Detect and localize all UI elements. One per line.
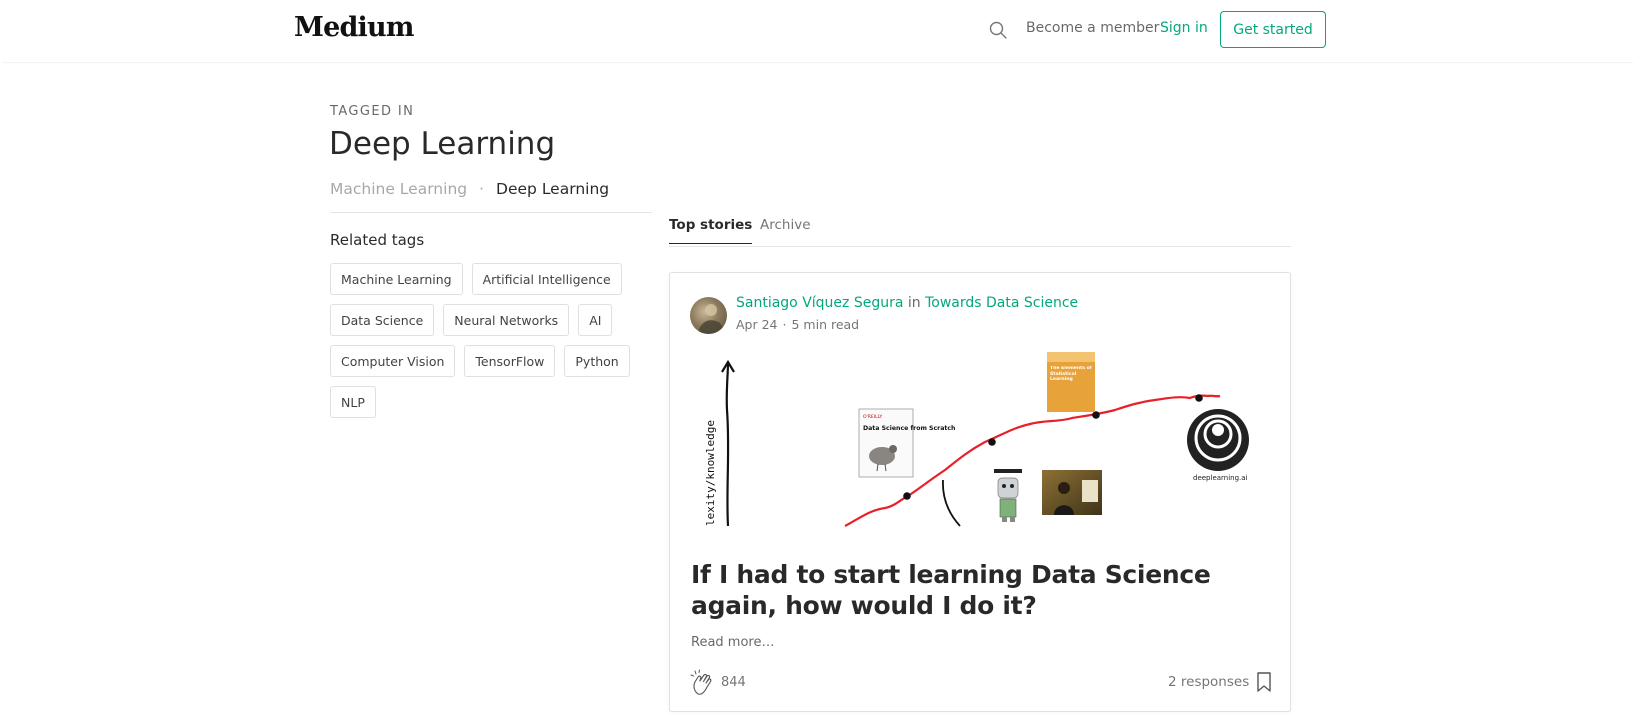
tag-chip-tensorflow[interactable]: TensorFlow	[464, 345, 556, 377]
meta-dot: ·	[782, 317, 787, 332]
medium-logo[interactable]: Medium	[294, 12, 414, 43]
tag-chip-python[interactable]: Python	[564, 345, 630, 377]
sign-in-link[interactable]: Sign in	[1160, 20, 1208, 36]
robot-figure	[994, 469, 1022, 522]
milestone-dot	[1092, 411, 1100, 419]
tag-chip-nlp[interactable]: NLP	[330, 386, 376, 418]
divider	[330, 212, 652, 213]
axis-label: lexity/knowledge	[704, 420, 717, 526]
tag-chip-artificial-intelligence[interactable]: Artificial Intelligence	[471, 263, 622, 295]
milestone-dot	[903, 492, 911, 500]
related-tags-list: Machine Learning Artificial Intelligence…	[330, 263, 650, 418]
become-member-link[interactable]: Become a member	[1026, 20, 1159, 36]
responses-link[interactable]: 2 responses	[1168, 674, 1249, 690]
author-avatar[interactable]	[690, 297, 727, 334]
svg-text:Data Science from Scratch: Data Science from Scratch	[863, 425, 955, 432]
read-time: 5 min read	[791, 317, 860, 332]
video-thumbnail	[1042, 470, 1102, 515]
milestone-dot	[1195, 394, 1203, 402]
book-cover-elements-of-statistical-learning: The Elements of Statistical Learning	[1047, 352, 1095, 412]
clap-icon[interactable]	[689, 669, 717, 697]
related-tags-heading: Related tags	[330, 231, 425, 249]
svg-text:O'REILLY: O'REILLY	[863, 414, 882, 420]
read-more-link[interactable]: Read more…	[691, 635, 774, 650]
story-card: Santiago Víquez Segura in Towards Data S…	[669, 272, 1291, 712]
page-title: Deep Learning	[329, 126, 556, 162]
tab-archive[interactable]: Archive	[760, 217, 811, 243]
breadcrumb: Machine Learning · Deep Learning	[330, 180, 609, 198]
tag-chip-neural-networks[interactable]: Neural Networks	[443, 304, 570, 336]
tag-chip-ai[interactable]: AI	[578, 304, 613, 336]
milestone-dot	[988, 438, 996, 446]
tag-chip-data-science[interactable]: Data Science	[330, 304, 435, 336]
breadcrumb-current: Deep Learning	[496, 180, 610, 198]
deeplearning-ai-logo: deeplearning.ai	[1187, 409, 1249, 482]
get-started-button[interactable]: Get started	[1220, 11, 1326, 48]
bookmark-icon[interactable]	[1254, 671, 1274, 693]
publication-link[interactable]: Towards Data Science	[925, 295, 1078, 311]
book-cover-data-science-from-scratch: O'REILLY Data Science from Scratch	[858, 408, 955, 478]
breadcrumb-machine-learning[interactable]: Machine Learning	[330, 180, 467, 198]
avatar-image	[698, 304, 727, 334]
author-line: Santiago Víquez Segura in Towards Data S…	[736, 295, 1078, 311]
search-icon[interactable]	[988, 20, 1008, 40]
tag-chip-machine-learning[interactable]: Machine Learning	[330, 263, 463, 295]
breadcrumb-separator: ·	[479, 180, 485, 198]
story-title[interactable]: If I had to start learning Data Science …	[691, 559, 1273, 621]
story-date: Apr 24	[736, 317, 778, 332]
tagged-in-kicker: TAGGED IN	[330, 104, 415, 119]
in-text: in	[907, 295, 921, 311]
top-navigation-bar: Medium Become a member Sign in Get start…	[0, 0, 1635, 62]
story-hero-image[interactable]: lexity/knowledge O'REILLY Data Science f…	[690, 350, 1272, 540]
svg-text:deeplearning.ai: deeplearning.ai	[1193, 474, 1248, 482]
story-tabs: Top stories Archive	[669, 212, 1291, 247]
author-name-link[interactable]: Santiago Víquez Segura	[736, 295, 903, 311]
story-meta: Apr 24 · 5 min read	[736, 317, 859, 332]
clap-count: 844	[721, 675, 746, 690]
tab-top-stories[interactable]: Top stories	[669, 217, 753, 244]
tag-chip-computer-vision[interactable]: Computer Vision	[330, 345, 456, 377]
